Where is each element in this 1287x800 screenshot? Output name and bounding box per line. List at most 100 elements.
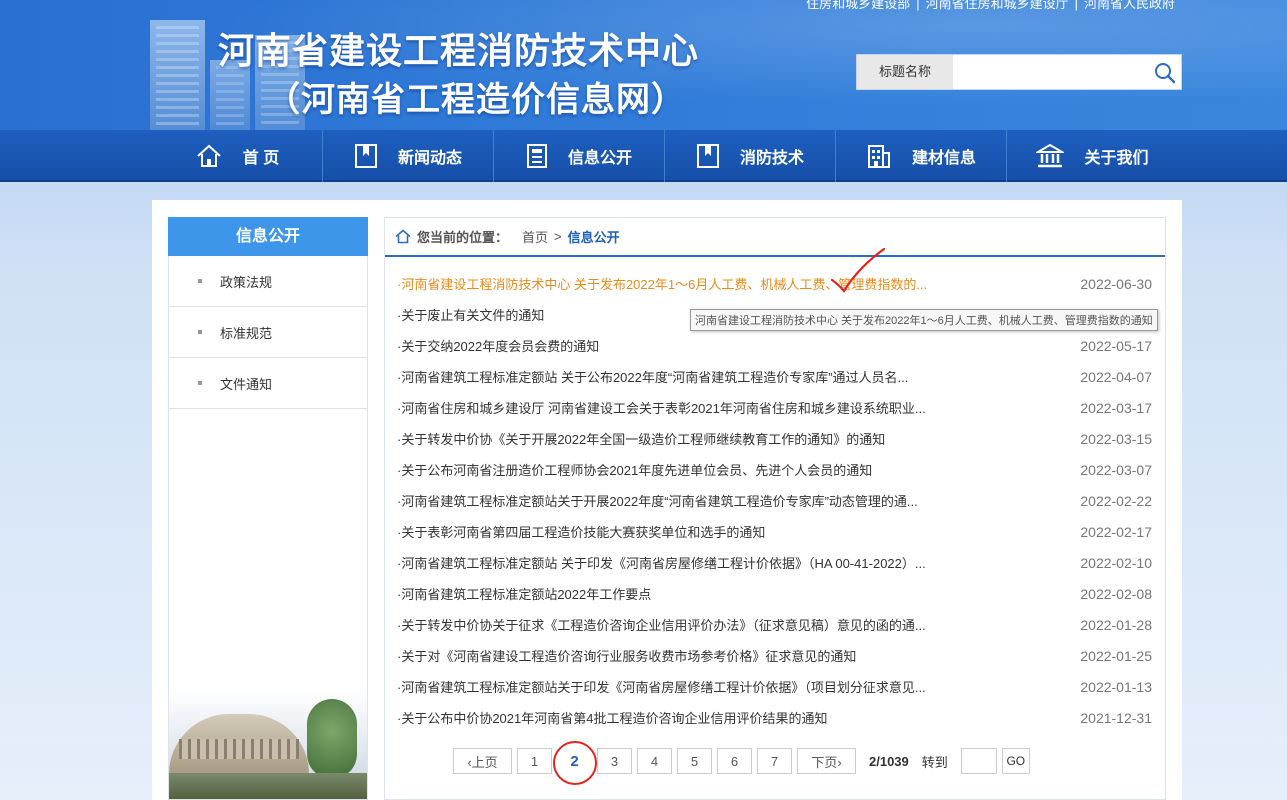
main-container: 信息公开 政策法规 标准规范 文件通知 您当前的位置： 首页 > 信息公开 ·河… — [152, 200, 1182, 800]
sidebar-item-policy[interactable]: 政策法规 — [169, 256, 367, 307]
bullet-icon — [198, 330, 202, 334]
page-info: 2/1039 — [869, 753, 909, 769]
article-title[interactable]: ·河南省建设工程消防技术中心 关于发布2022年1～6月人工费、机械人工费、管理… — [397, 274, 1037, 293]
prev-page-button[interactable]: ‹上页 — [453, 748, 512, 774]
nav-label: 信息公开 — [567, 150, 632, 167]
nav-item-news[interactable]: 新闻动态 — [323, 130, 494, 182]
nav-item-materials[interactable]: 建材信息 — [836, 130, 1007, 182]
sidebar-title: 信息公开 — [168, 217, 368, 256]
list-item[interactable]: ·关于表彰河南省第四届工程造价技能大赛获奖单位和选手的通知 2022-02-17 — [397, 516, 1152, 547]
article-title[interactable]: ·关于转发中价协关于征求《工程造价咨询企业信用评价办法》（征求意见稿）意见的函的… — [397, 615, 1037, 634]
page-button[interactable]: 1 — [517, 748, 552, 774]
article-title[interactable]: ·河南省建筑工程标准定额站关于开展2022年度“河南省建筑工程造价专家库”动态管… — [397, 491, 1037, 510]
site-subtitle: （河南省工程造价信息网） — [266, 81, 686, 119]
article-date: 2022-01-13 — [1080, 678, 1152, 695]
article-date: 2022-04-07 — [1080, 368, 1152, 385]
article-title[interactable]: ·河南省建筑工程标准定额站 关于印发《河南省房屋修缮工程计价依据》（HA 00-… — [397, 553, 1037, 572]
sidebar: 信息公开 政策法规 标准规范 文件通知 — [168, 217, 368, 800]
article-title[interactable]: ·关于转发中价协《关于开展2022年全国一级造价工程师继续教育工作的通知》的通知 — [397, 429, 1037, 448]
tooltip: 河南省建设工程消防技术中心 关于发布2022年1～6月人工费、机械人工费、管理费… — [690, 309, 1158, 331]
article-list: ·河南省建设工程消防技术中心 关于发布2022年1～6月人工费、机械人工费、管理… — [397, 268, 1152, 733]
list-item[interactable]: ·河南省建设工程消防技术中心 关于发布2022年1～6月人工费、机械人工费、管理… — [397, 268, 1152, 299]
list-item[interactable]: ·河南省建筑工程标准定额站关于印发《河南省房屋修缮工程计价依据》（项目划分征求意… — [397, 671, 1152, 702]
go-button[interactable]: GO — [1001, 748, 1030, 774]
list-item[interactable]: ·河南省建筑工程标准定额站 关于公布2022年度“河南省建筑工程造价专家库”通过… — [397, 361, 1152, 392]
home-icon — [395, 229, 411, 244]
nav-label: 关于我们 — [1084, 150, 1149, 167]
article-date: 2022-03-17 — [1080, 399, 1152, 416]
article-date: 2022-05-17 — [1080, 337, 1152, 354]
list-item[interactable]: ·关于公布中价协2021年河南省第4批工程造价咨询企业信用评价结果的通知 2021… — [397, 702, 1152, 733]
goto-page-input[interactable] — [960, 748, 997, 774]
list-item[interactable]: ·河南省住房和城乡建设厅 河南省建设工会关于表彰2021年河南省住房和城乡建设系… — [397, 392, 1152, 423]
article-title[interactable]: ·关于公布河南省注册造价工程师协会2021年度先进单位会员、先进个人会员的通知 — [397, 460, 1037, 479]
bookmark-icon — [354, 144, 377, 168]
article-date: 2022-02-10 — [1080, 554, 1152, 571]
checkmark-annotation-icon — [830, 247, 886, 293]
page-button[interactable]: 3 — [597, 748, 632, 774]
article-title[interactable]: ·河南省住房和城乡建设厅 河南省建设工会关于表彰2021年河南省住房和城乡建设系… — [397, 398, 1037, 417]
sidebar-item-standards[interactable]: 标准规范 — [169, 307, 367, 358]
pagination: ‹上页 1 2 3 4 5 6 7 下页› 2/1039 转到 GO — [453, 741, 1030, 785]
sidebar-item-notices[interactable]: 文件通知 — [169, 358, 367, 409]
article-title[interactable]: ·关于表彰河南省第四届工程造价技能大赛获奖单位和选手的通知 — [397, 522, 1037, 541]
breadcrumb-separator: > — [554, 229, 562, 244]
bookmark-icon — [696, 144, 719, 168]
list-item[interactable]: ·关于交纳2022年度会员会费的通知 2022-05-17 — [397, 330, 1152, 361]
building-icon — [867, 145, 890, 168]
sidebar-item-label: 标准规范 — [220, 325, 273, 341]
nav-item-info[interactable]: 信息公开 — [494, 130, 665, 182]
article-date: 2022-02-17 — [1080, 523, 1152, 540]
top-link[interactable]: 河南省人民政府 — [1078, 0, 1181, 11]
home-icon — [197, 144, 221, 167]
list-item[interactable]: ·关于对《河南省建设工程造价咨询行业服务收费市场参考价格》征求意见的通知 2022… — [397, 640, 1152, 671]
list-item[interactable]: ·河南省建筑工程标准定额站 关于印发《河南省房屋修缮工程计价依据》（HA 00-… — [397, 547, 1152, 578]
article-title[interactable]: ·河南省建筑工程标准定额站 关于公布2022年度“河南省建筑工程造价专家库”通过… — [397, 367, 1037, 386]
nav-item-fire-tech[interactable]: 消防技术 — [665, 130, 836, 182]
article-date: 2022-03-07 — [1080, 461, 1152, 478]
page-button[interactable]: 5 — [677, 748, 712, 774]
top-links: 住房和城乡建设部 | 河南省住房和城乡建设厅 | 河南省人民政府 — [800, 0, 1181, 12]
list-item[interactable]: ·关于公布河南省注册造价工程师协会2021年度先进单位会员、先进个人会员的通知 2… — [397, 454, 1152, 485]
article-date: 2022-03-15 — [1080, 430, 1152, 447]
site-title: 河南省建设工程消防技术中心 — [218, 30, 700, 71]
nav-item-home[interactable]: 首 页 — [152, 130, 323, 182]
article-title[interactable]: ·河南省建筑工程标准定额站2022年工作要点 — [397, 584, 1037, 603]
article-date: 2022-02-22 — [1080, 492, 1152, 509]
article-title[interactable]: ·河南省建筑工程标准定额站关于印发《河南省房屋修缮工程计价依据》（项目划分征求意… — [397, 677, 1037, 696]
list-item[interactable]: ·关于转发中价协《关于开展2022年全国一级造价工程师继续教育工作的通知》的通知… — [397, 423, 1152, 454]
page-button[interactable]: 4 — [637, 748, 672, 774]
list-item[interactable]: ·河南省建筑工程标准定额站关于开展2022年度“河南省建筑工程造价专家库”动态管… — [397, 485, 1152, 516]
breadcrumb-current[interactable]: 信息公开 — [568, 227, 620, 246]
bullet-icon — [198, 279, 202, 283]
article-title[interactable]: ·关于交纳2022年度会员会费的通知 — [397, 336, 1037, 355]
page-button[interactable]: 7 — [757, 748, 792, 774]
list-item[interactable]: ·河南省建筑工程标准定额站2022年工作要点 2022-02-08 — [397, 578, 1152, 609]
nav-item-about[interactable]: 关于我们 — [1007, 130, 1178, 182]
article-title[interactable]: ·关于对《河南省建设工程造价咨询行业服务收费市场参考价格》征求意见的通知 — [397, 646, 1037, 665]
nav-label: 首 页 — [242, 150, 280, 167]
article-date: 2022-06-30 — [1080, 275, 1152, 292]
breadcrumb-home-link[interactable]: 首页 — [522, 227, 548, 246]
breadcrumb-label: 您当前的位置： — [417, 230, 509, 245]
institution-icon — [1036, 143, 1065, 168]
main-nav: 首 页 新闻动态 信息公开 消防技术 建材信息 关于我们 — [0, 130, 1287, 182]
current-page[interactable]: 2 — [553, 741, 597, 785]
search-input[interactable] — [952, 55, 1145, 89]
search-icon — [1154, 63, 1176, 84]
nav-label: 建材信息 — [911, 150, 976, 167]
search-button[interactable] — [1145, 55, 1181, 89]
page-button[interactable]: 6 — [717, 748, 752, 774]
next-page-button[interactable]: 下页› — [797, 748, 856, 774]
breadcrumb: 您当前的位置： 首页 > 信息公开 — [385, 218, 1165, 257]
building-illustration — [150, 20, 205, 130]
top-link[interactable]: 河南省住房和城乡建设厅 — [920, 0, 1075, 11]
article-title[interactable]: ·关于公布中价协2021年河南省第4批工程造价咨询企业信用评价结果的通知 — [397, 708, 1037, 727]
stadium-illustration — [169, 689, 367, 799]
search-field-label[interactable]: 标题名称 — [857, 55, 953, 89]
article-date: 2022-01-28 — [1080, 616, 1152, 633]
sidebar-item-label: 文件通知 — [220, 376, 273, 392]
list-item[interactable]: ·关于转发中价协关于征求《工程造价咨询企业信用评价办法》（征求意见稿）意见的函的… — [397, 609, 1152, 640]
top-link[interactable]: 住房和城乡建设部 — [800, 0, 916, 11]
article-date: 2021-12-31 — [1080, 709, 1152, 726]
